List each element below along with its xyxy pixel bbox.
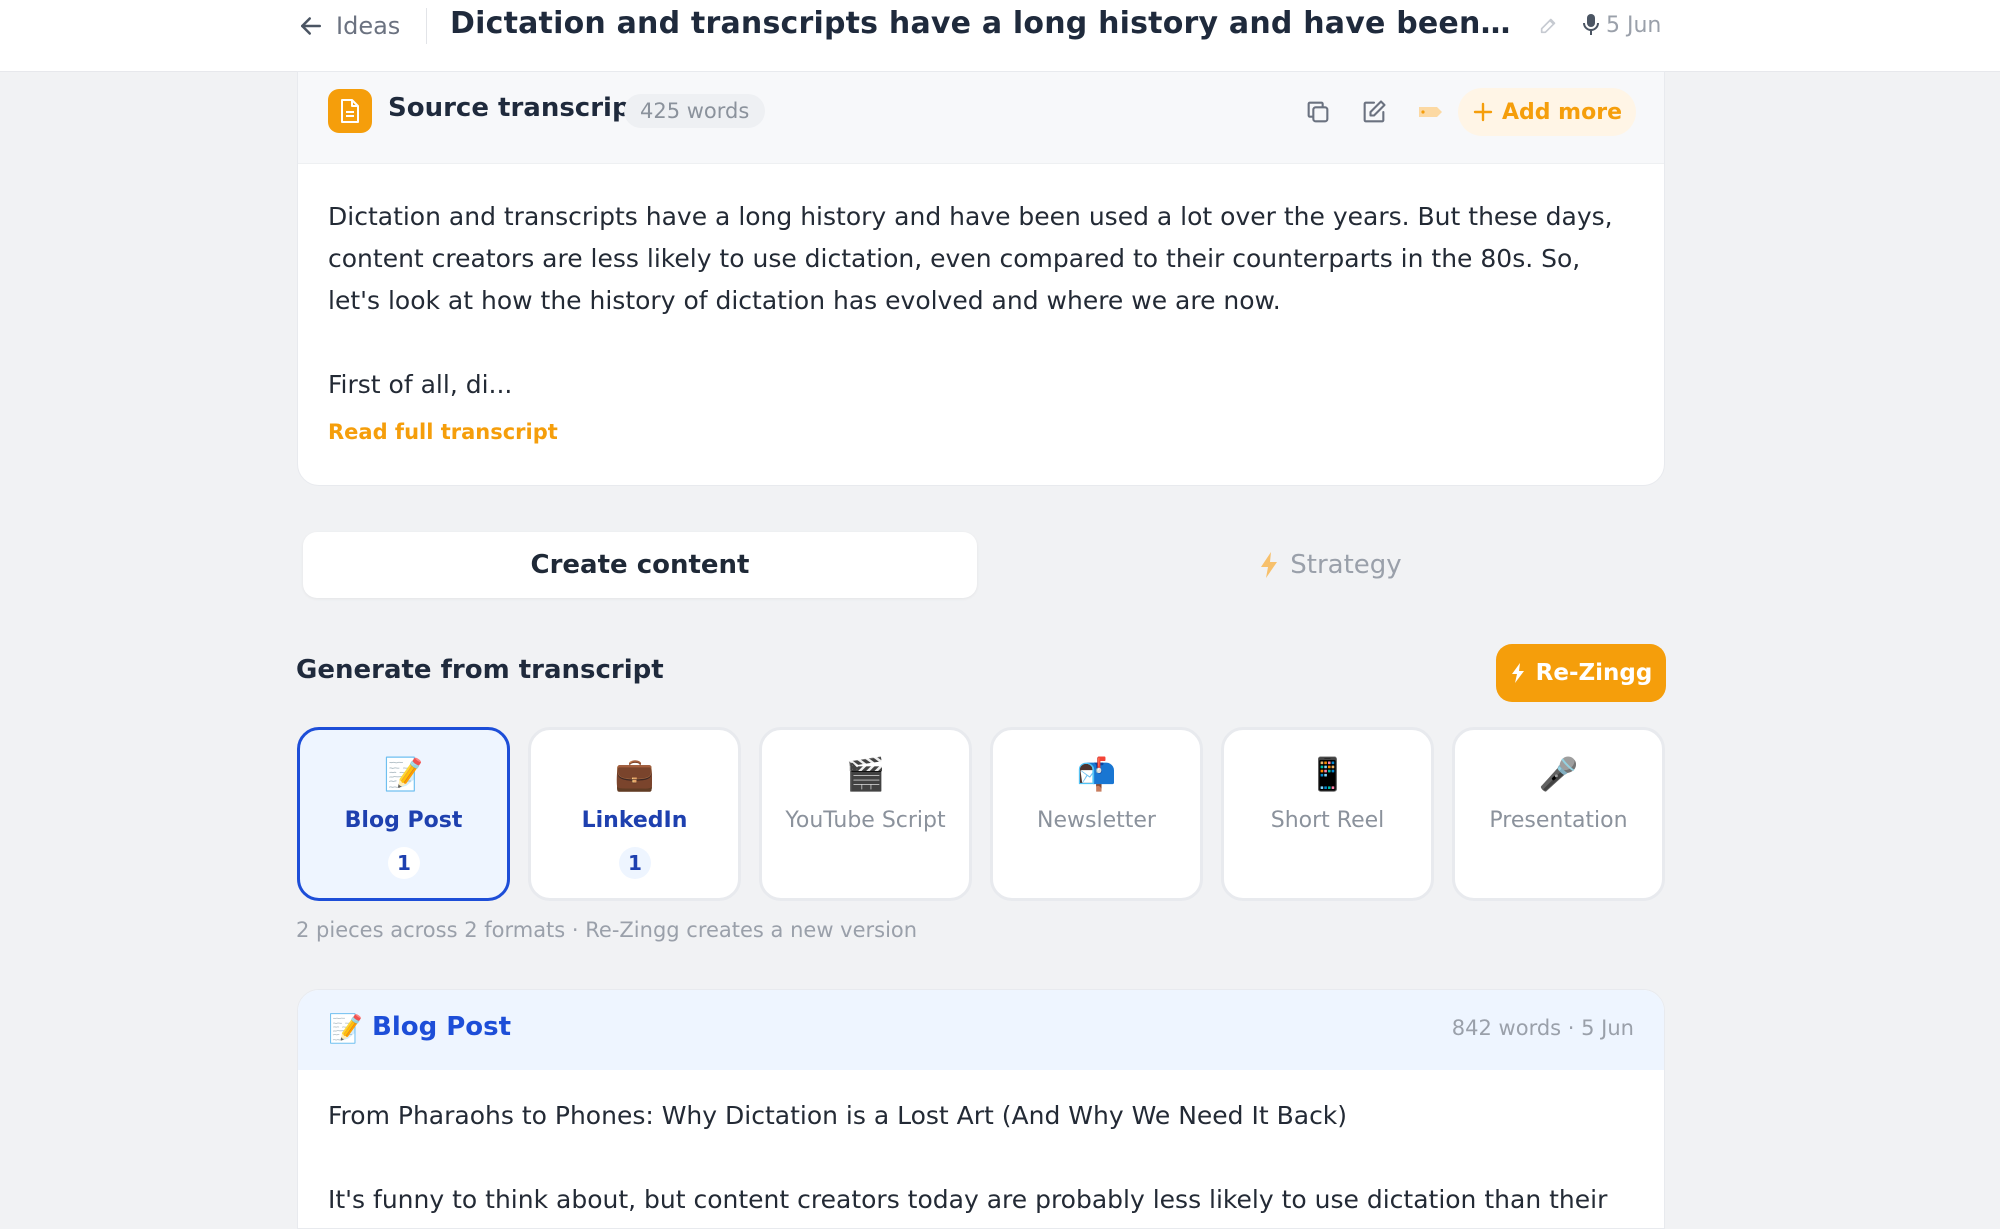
format-card-presentation[interactable]: 🎤 Presentation (1452, 727, 1665, 901)
document-icon (328, 89, 372, 133)
formats-summary: 2 pieces across 2 formats · Re-Zingg cre… (296, 918, 918, 942)
transcript-paragraph: First of all, di... (328, 370, 513, 399)
format-label: LinkedIn (581, 808, 688, 833)
copy-icon[interactable] (1304, 98, 1332, 126)
plus-icon (1473, 102, 1493, 122)
lightning-icon (1261, 552, 1278, 578)
format-card-youtube-script[interactable]: 🎬 YouTube Script (759, 727, 972, 901)
format-label: Blog Post (344, 808, 463, 833)
format-label: Short Reel (1270, 808, 1385, 833)
microphone-icon: 🎤 (1538, 755, 1579, 793)
format-count-badge: 1 (388, 847, 420, 879)
format-card-short-reel[interactable]: 📱 Short Reel (1221, 727, 1434, 901)
clapper-board-icon: 🎬 (845, 755, 886, 793)
blog-post-paragraph: It's funny to think about, but content c… (328, 1185, 1608, 1214)
edit-icon[interactable] (1360, 98, 1388, 126)
source-transcript-title: Source transcript (388, 93, 643, 123)
format-label: Newsletter (1037, 808, 1156, 833)
format-card-newsletter[interactable]: 📬 Newsletter (990, 727, 1203, 901)
mobile-phone-icon: 📱 (1307, 755, 1348, 793)
back-to-ideas-link[interactable]: Ideas (296, 8, 400, 44)
format-count-badge: 1 (619, 847, 651, 879)
source-transcript-header: Source transcript 425 words Add more (298, 72, 1664, 164)
generate-section-title: Generate from transcript (296, 655, 664, 685)
tag-icon[interactable] (1416, 98, 1444, 126)
blog-post-card: 📝 Blog Post 842 words · 5 Jun From Phara… (297, 989, 1665, 1229)
microphone-icon (1583, 14, 1599, 35)
pencil-icon[interactable] (1538, 14, 1560, 36)
format-label: Presentation (1489, 808, 1628, 833)
source-transcript-card: Source transcript 425 words Add more Dic… (297, 71, 1665, 486)
format-card-blog-post[interactable]: 📝 Blog Post 1 (297, 727, 510, 901)
content-tabs: Create content Strategy (303, 531, 1665, 599)
re-zingg-button[interactable]: Re-Zingg (1496, 644, 1666, 702)
mailbox-icon: 📬 (1076, 755, 1117, 793)
re-zingg-label: Re-Zingg (1535, 660, 1653, 686)
header-date: 5 Jun (1606, 12, 1662, 38)
format-label: YouTube Script (785, 808, 946, 833)
briefcase-icon: 💼 (614, 755, 655, 793)
header-meta: 5 Jun (1582, 10, 1661, 40)
format-card-linkedin[interactable]: 💼 LinkedIn 1 (528, 727, 741, 901)
tab-strategy[interactable]: Strategy (993, 532, 1667, 598)
blog-post-header[interactable]: 📝 Blog Post 842 words · 5 Jun (298, 990, 1664, 1070)
lightning-icon (1511, 663, 1524, 683)
page-title: Dictation and transcripts have a long hi… (450, 6, 1515, 41)
tab-strategy-label: Strategy (1290, 550, 1402, 580)
arrow-left-icon (301, 17, 321, 35)
blog-post-title: Blog Post (372, 1012, 512, 1042)
memo-icon: 📝 (383, 755, 424, 793)
add-more-label: Add more (1502, 99, 1622, 125)
transcript-paragraph: Dictation and transcripts have a long hi… (328, 202, 1613, 315)
read-full-transcript-link[interactable]: Read full transcript (328, 420, 558, 444)
top-bar: Ideas Dictation and transcripts have a l… (0, 0, 2000, 72)
divider (426, 8, 427, 44)
transcript-preview: Dictation and transcripts have a long hi… (328, 196, 1628, 448)
back-label: Ideas (336, 12, 401, 40)
add-more-button[interactable]: Add more (1458, 88, 1636, 136)
blog-post-meta: 842 words · 5 Jun (1451, 1016, 1634, 1040)
memo-icon: 📝 (328, 1012, 363, 1045)
tab-create-content[interactable]: Create content (303, 532, 977, 598)
blog-post-preview: From Pharaohs to Phones: Why Dictation i… (328, 1096, 1628, 1228)
blog-post-headline: From Pharaohs to Phones: Why Dictation i… (328, 1101, 1348, 1130)
word-count-badge: 425 words (624, 94, 766, 128)
